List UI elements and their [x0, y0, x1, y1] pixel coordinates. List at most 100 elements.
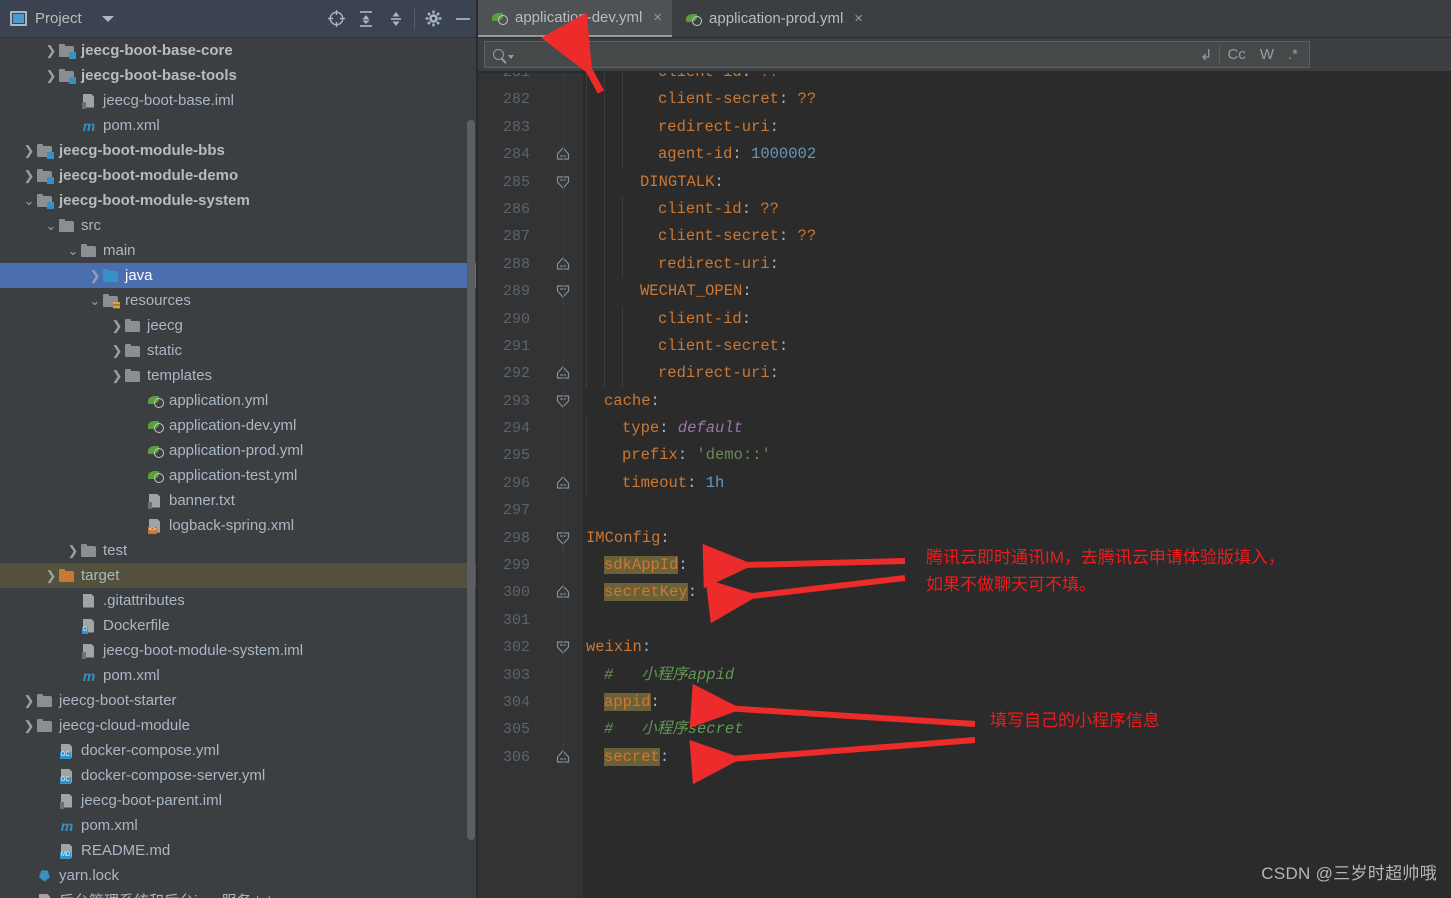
tree-item-jeecg-boot-base-core[interactable]: ❯ jeecg-boot-base-core [0, 38, 478, 63]
words-option[interactable]: W [1253, 46, 1281, 63]
tree-item-readme-md[interactable]: MD README.md [0, 838, 478, 863]
code-line-296[interactable]: 296 timeout: 1h [478, 469, 1451, 498]
project-tree-scrollbar[interactable] [467, 120, 475, 840]
chevron-right-icon[interactable]: ❯ [66, 538, 80, 563]
chevron-right-icon[interactable]: ❯ [110, 338, 124, 363]
collapse-all-icon[interactable] [381, 0, 411, 38]
code-line-288[interactable]: 288 redirect-uri: [478, 250, 1451, 279]
chevron-right-icon[interactable]: ❯ [22, 163, 36, 188]
close-icon[interactable]: × [653, 9, 662, 26]
fold-marker[interactable] [556, 278, 572, 305]
code-line-292[interactable]: 292 redirect-uri: [478, 360, 1451, 388]
search-field-container[interactable]: ↲ Cc W .* [484, 41, 1310, 68]
tree-item-jeecg-boot-module-demo[interactable]: ❯ jeecg-boot-module-demo [0, 163, 478, 188]
chevron-right-icon[interactable]: ❯ [22, 713, 36, 738]
code-line-283[interactable]: 283 redirect-uri: [478, 113, 1451, 142]
tree-item-src[interactable]: ⌄ src [0, 213, 478, 238]
chevron-right-icon[interactable]: ❯ [22, 688, 36, 713]
fold-marker[interactable] [556, 360, 572, 387]
tree-item-jeecg-cloud-module[interactable]: ❯ jeecg-cloud-module [0, 713, 478, 738]
tree-item-jeecg-boot-base-iml[interactable]: jeecg-boot-base.iml [0, 88, 478, 113]
code-line-281[interactable]: 281 client-id: ?? [478, 73, 1451, 87]
code-line-302[interactable]: 302 weixin: [478, 634, 1451, 662]
code-line-295[interactable]: 295 prefix: 'demo::' [478, 442, 1451, 470]
fold-marker[interactable] [556, 744, 572, 771]
tree-item-application-yml[interactable]: application.yml [0, 388, 478, 413]
tree-item-main[interactable]: ⌄ main [0, 238, 478, 263]
return-icon[interactable]: ↲ [1193, 46, 1220, 64]
code-line-287[interactable]: 287 client-secret: ?? [478, 223, 1451, 251]
expand-all-icon[interactable] [351, 0, 381, 38]
tree-item-dockerfile[interactable]: D Dockerfile [0, 613, 478, 638]
chevron-right-icon[interactable]: ❯ [44, 38, 58, 63]
editor-tab-application-prod-yml[interactable]: application-prod.yml × [672, 0, 873, 37]
tree-item-pom-xml[interactable]: m pom.xml [0, 813, 478, 838]
chevron-down-icon[interactable]: ⌄ [88, 288, 102, 313]
match-case-option[interactable]: Cc [1220, 46, 1252, 63]
tree-item-pom-xml[interactable]: m pom.xml [0, 113, 478, 138]
chevron-down-icon[interactable] [101, 15, 114, 22]
chevron-right-icon[interactable]: ❯ [110, 313, 124, 338]
fold-marker[interactable] [556, 579, 572, 606]
editor-tab-application-dev-yml[interactable]: application-dev.yml × [478, 0, 673, 37]
tree-item-application-test-yml[interactable]: application-test.yml [0, 463, 478, 488]
regex-option[interactable]: .* [1281, 46, 1305, 63]
tree-item-static[interactable]: ❯ static [0, 338, 478, 363]
fold-marker[interactable] [556, 169, 572, 196]
code-line-294[interactable]: 294 type: default [478, 415, 1451, 443]
code-line-286[interactable]: 286 client-id: ?? [478, 195, 1451, 224]
tree-item-java[interactable]: ❯ java [0, 263, 478, 288]
tree-item-resources[interactable]: ⌄ resources [0, 288, 478, 313]
fold-marker[interactable] [556, 388, 572, 415]
tree-item--java-txt[interactable]: 后台管理系统和后台java服务.txt [0, 888, 478, 898]
tree-item-docker-compose-server-yml[interactable]: DC docker-compose-server.yml [0, 763, 478, 788]
tree-item-logback-spring-xml[interactable]: <> logback-spring.xml [0, 513, 478, 538]
chevron-right-icon[interactable]: ❯ [110, 363, 124, 388]
tree-item-banner-txt[interactable]: banner.txt [0, 488, 478, 513]
tree-item-templates[interactable]: ❯ templates [0, 363, 478, 388]
fold-marker[interactable] [556, 470, 572, 497]
chevron-down-icon[interactable]: ⌄ [44, 213, 58, 238]
code-line-304[interactable]: 304 appid: [478, 688, 1451, 717]
chevron-down-icon[interactable]: ⌄ [66, 238, 80, 263]
chevron-right-icon[interactable]: ❯ [22, 138, 36, 163]
code-editor[interactable]: 281 client-id: ?? 282 client-secret: ?? 283 r… [478, 73, 1451, 898]
code-line-285[interactable]: 285 DINGTALK: [478, 168, 1451, 196]
fold-marker[interactable] [556, 634, 572, 661]
code-line-305[interactable]: 305 # 小程序secret [478, 716, 1451, 744]
tree-item-application-prod-yml[interactable]: application-prod.yml [0, 438, 478, 463]
code-line-301[interactable]: 301 [478, 606, 1451, 635]
code-lines[interactable]: 281 client-id: ?? 282 client-secret: ?? 283 r… [478, 73, 1451, 772]
fold-marker[interactable] [556, 141, 572, 168]
tree-item-jeecg-boot-base-tools[interactable]: ❯ jeecg-boot-base-tools [0, 63, 478, 88]
code-line-282[interactable]: 282 client-secret: ?? [478, 86, 1451, 114]
project-tree[interactable]: ❯ jeecg-boot-base-core ❯ jeecg-boot-base-to… [0, 38, 478, 898]
close-icon[interactable]: × [854, 10, 863, 27]
tree-item-jeecg-boot-parent-iml[interactable]: jeecg-boot-parent.iml [0, 788, 478, 813]
code-line-306[interactable]: 306 secret: [478, 743, 1451, 772]
tree-item--gitattributes[interactable]: .gitattributes [0, 588, 478, 613]
chevron-right-icon[interactable]: ❯ [88, 263, 102, 288]
chevron-right-icon[interactable]: ❯ [44, 563, 58, 588]
fold-marker[interactable] [556, 525, 572, 552]
code-line-284[interactable]: 284 agent-id: 1000002 [478, 141, 1451, 169]
code-line-291[interactable]: 291 client-secret: [478, 332, 1451, 361]
chevron-right-icon[interactable]: ❯ [44, 63, 58, 88]
tree-item-docker-compose-yml[interactable]: DC docker-compose.yml [0, 738, 478, 763]
chevron-down-icon[interactable] [508, 54, 514, 59]
tree-item-jeecg-boot-module-bbs[interactable]: ❯ jeecg-boot-module-bbs [0, 138, 478, 163]
tree-item-target[interactable]: ❯ target [0, 563, 478, 588]
chevron-down-icon[interactable]: ⌄ [22, 188, 36, 213]
fold-marker[interactable] [556, 251, 572, 278]
code-line-303[interactable]: 303 # 小程序appid [478, 661, 1451, 689]
search-input[interactable] [518, 45, 1189, 64]
minimize-icon[interactable] [448, 0, 478, 38]
tree-item-pom-xml[interactable]: m pom.xml [0, 663, 478, 688]
code-line-289[interactable]: 289 WECHAT_OPEN: [478, 278, 1451, 306]
tree-item-jeecg-boot-module-system-iml[interactable]: jeecg-boot-module-system.iml [0, 638, 478, 663]
tree-item-jeecg-boot-module-system[interactable]: ⌄ jeecg-boot-module-system [0, 188, 478, 213]
tree-item-jeecg-boot-starter[interactable]: ❯ jeecg-boot-starter [0, 688, 478, 713]
tree-item-yarn-lock[interactable]: yarn.lock [0, 863, 478, 888]
tree-item-test[interactable]: ❯ test [0, 538, 478, 563]
code-line-297[interactable]: 297 [478, 497, 1451, 525]
